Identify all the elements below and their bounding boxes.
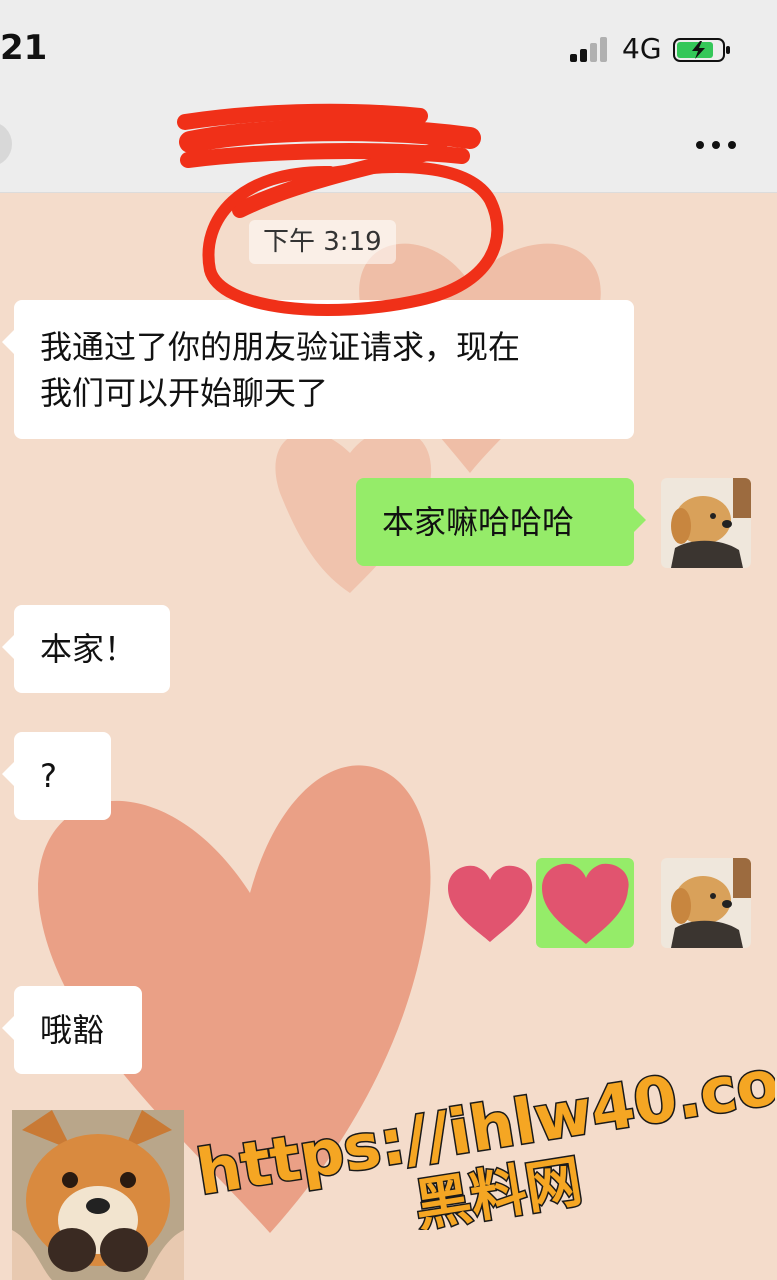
message-text: 我们可以开始聊天了 (40, 374, 329, 412)
dog-photo-image (12, 1110, 184, 1280)
heart-sticker-icon[interactable] (444, 862, 536, 946)
dog-avatar-icon (661, 478, 751, 568)
message-text: 本家！ (40, 630, 137, 668)
network-label: 4G (622, 32, 662, 65)
heart-sticker-icon (542, 863, 629, 944)
dog-photo[interactable] (12, 1110, 184, 1280)
dog-avatar-icon (661, 858, 751, 948)
my-avatar[interactable] (661, 858, 751, 948)
watermark: https://ihlw40.com 黑料网 (190, 1040, 775, 1230)
status-time: 21 (0, 28, 48, 68)
message-text: 哦豁 (40, 1011, 105, 1049)
message-text: 本家嘛哈哈哈 (382, 503, 575, 541)
message-bubble-outgoing[interactable] (536, 858, 634, 948)
message-text: ? (40, 757, 57, 795)
signal-icon (570, 37, 607, 62)
more-icon[interactable] (692, 130, 740, 160)
message-bubble-incoming[interactable]: 本家！ (2, 605, 170, 693)
back-button[interactable] (0, 122, 12, 166)
battery-icon (673, 38, 730, 62)
message-bubble-incoming[interactable]: ? (2, 732, 111, 820)
message-timestamp: 下午 3:19 (249, 220, 396, 264)
message-bubble-incoming[interactable]: 我通过了你的朋友验证请求，现在 我们可以开始聊天了 (2, 300, 634, 439)
chat-header (0, 100, 777, 193)
message-text: 我通过了你的朋友验证请求，现在 (40, 328, 521, 366)
message-bubble-incoming[interactable]: 哦豁 (2, 986, 142, 1074)
status-bar: 21 4G (0, 0, 777, 100)
my-avatar[interactable] (661, 478, 751, 568)
message-bubble-outgoing[interactable]: 本家嘛哈哈哈 (356, 478, 646, 566)
